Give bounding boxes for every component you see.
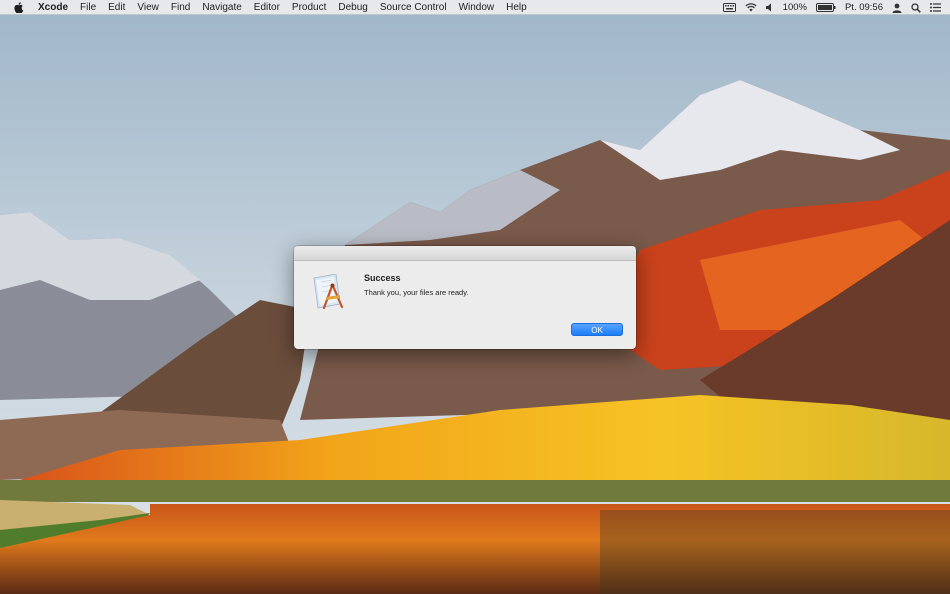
menu-file[interactable]: File xyxy=(74,0,102,15)
notification-center-icon[interactable] xyxy=(930,0,941,15)
dialog-title: Success xyxy=(364,273,401,283)
success-alert-dialog: Success Thank you, your files are ready.… xyxy=(294,246,636,349)
menu-window[interactable]: Window xyxy=(453,0,501,15)
menu-view[interactable]: View xyxy=(131,0,165,15)
user-icon[interactable] xyxy=(892,0,902,15)
menu-edit[interactable]: Edit xyxy=(102,0,131,15)
keyboard-input-icon[interactable] xyxy=(722,0,736,15)
menu-help[interactable]: Help xyxy=(500,0,533,15)
menu-app-name[interactable]: Xcode xyxy=(34,0,74,15)
battery-percentage: 100% xyxy=(782,2,807,13)
menu-find[interactable]: Find xyxy=(165,0,196,15)
menu-debug[interactable]: Debug xyxy=(332,0,373,15)
apple-icon[interactable] xyxy=(13,1,25,13)
dialog-titlebar[interactable] xyxy=(294,246,636,261)
menu-navigate[interactable]: Navigate xyxy=(196,0,247,15)
dialog-message: Thank you, your files are ready. xyxy=(364,288,469,297)
menu-editor[interactable]: Editor xyxy=(248,0,286,15)
wifi-icon[interactable] xyxy=(745,0,757,15)
xcode-app-icon xyxy=(312,273,346,310)
menu-source-control[interactable]: Source Control xyxy=(374,0,453,15)
menu-product[interactable]: Product xyxy=(286,0,332,15)
ok-button[interactable]: OK xyxy=(571,323,623,336)
spotlight-search-icon[interactable] xyxy=(911,0,921,15)
battery-icon[interactable] xyxy=(815,0,836,15)
menu-bar: Xcode File Edit View Find Navigate Edito… xyxy=(0,0,950,15)
volume-icon[interactable] xyxy=(765,0,774,15)
menu-clock[interactable]: Pt. 09:56 xyxy=(845,0,883,15)
